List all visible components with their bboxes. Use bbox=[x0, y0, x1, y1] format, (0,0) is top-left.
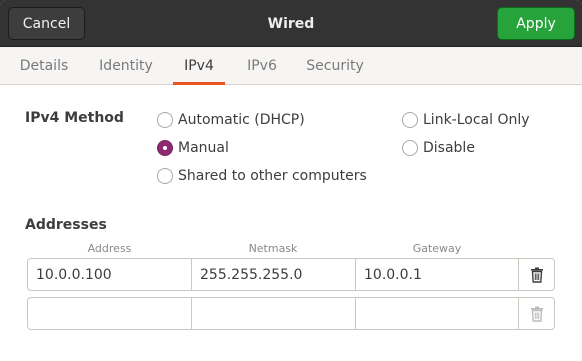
tab-bar: Details Identity IPv4 IPv6 Security bbox=[0, 47, 582, 85]
dialog-title: Wired bbox=[267, 15, 315, 32]
radio-link-local-only[interactable]: Link-Local Only bbox=[402, 110, 530, 130]
radio-label: Automatic (DHCP) bbox=[178, 112, 305, 128]
column-header-netmask: Netmask bbox=[248, 242, 298, 255]
radio-label: Disable bbox=[423, 140, 475, 156]
column-header-gateway: Gateway bbox=[412, 242, 462, 255]
tab-details[interactable]: Details bbox=[9, 47, 79, 85]
network-settings-dialog: Cancel Wired Apply Details Identity IPv4… bbox=[0, 0, 582, 361]
address-row: 10.0.0.100 255.255.255.0 10.0.0.1 bbox=[27, 258, 555, 291]
ipv4-method-label: IPv4 Method bbox=[25, 110, 124, 126]
radio-button[interactable] bbox=[157, 112, 173, 128]
radio-button[interactable] bbox=[157, 140, 173, 156]
address-row-empty bbox=[27, 297, 555, 330]
gateway-field[interactable] bbox=[355, 297, 519, 330]
radio-label: Manual bbox=[178, 140, 229, 156]
addresses-label: Addresses bbox=[25, 217, 107, 233]
radio-label: Link-Local Only bbox=[423, 112, 530, 128]
radio-button[interactable] bbox=[402, 140, 418, 156]
tab-security[interactable]: Security bbox=[298, 47, 372, 85]
delete-address-button[interactable] bbox=[518, 258, 555, 291]
radio-automatic-dhcp[interactable]: Automatic (DHCP) bbox=[157, 110, 305, 130]
netmask-field[interactable]: 255.255.255.0 bbox=[191, 258, 356, 291]
address-field[interactable]: 10.0.0.100 bbox=[27, 258, 192, 291]
radio-label: Shared to other computers bbox=[178, 168, 367, 184]
trash-icon bbox=[530, 267, 543, 283]
tab-ipv4[interactable]: IPv4 bbox=[173, 47, 225, 85]
netmask-field[interactable] bbox=[191, 297, 356, 330]
apply-button[interactable]: Apply bbox=[497, 7, 575, 40]
radio-disable[interactable]: Disable bbox=[402, 138, 475, 158]
gateway-field[interactable]: 10.0.0.1 bbox=[355, 258, 519, 291]
address-field[interactable] bbox=[27, 297, 192, 330]
tab-identity[interactable]: Identity bbox=[88, 47, 164, 85]
tab-ipv6[interactable]: IPv6 bbox=[236, 47, 288, 85]
radio-shared-to-other-computers[interactable]: Shared to other computers bbox=[157, 166, 367, 186]
column-header-address: Address bbox=[87, 242, 132, 255]
radio-button[interactable] bbox=[402, 112, 418, 128]
trash-icon bbox=[530, 306, 543, 322]
radio-manual[interactable]: Manual bbox=[157, 138, 229, 158]
radio-button[interactable] bbox=[157, 168, 173, 184]
cancel-button[interactable]: Cancel bbox=[8, 7, 85, 40]
header-bar: Cancel Wired Apply bbox=[0, 0, 582, 47]
delete-address-button-disabled bbox=[518, 297, 555, 330]
